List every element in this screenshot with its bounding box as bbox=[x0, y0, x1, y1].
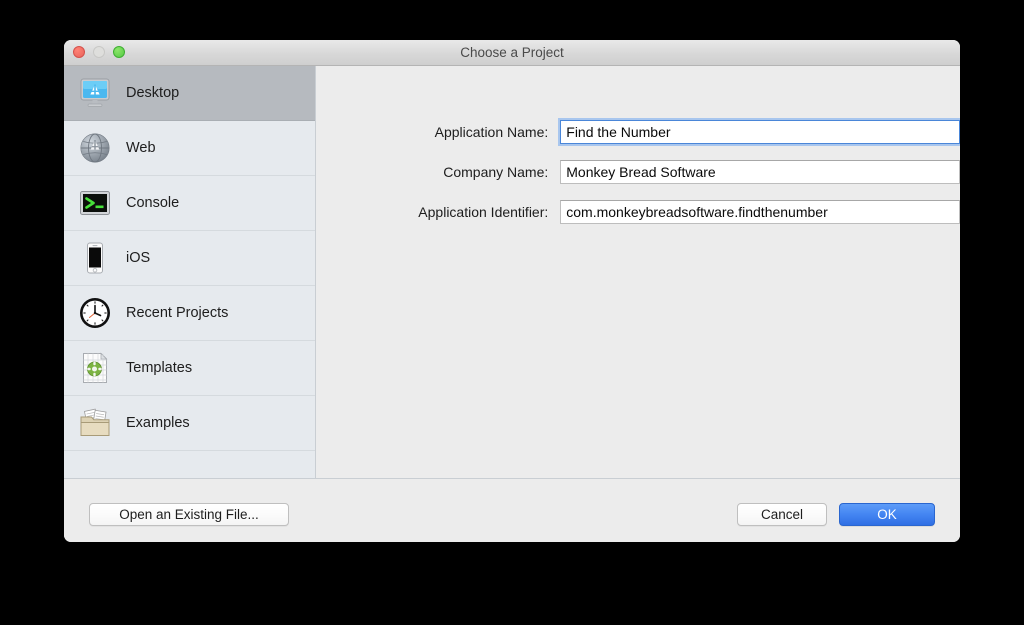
sidebar-item-label: iOS bbox=[126, 250, 151, 266]
application-identifier-input[interactable] bbox=[560, 200, 960, 224]
sidebar-item-examples[interactable]: Examples bbox=[64, 396, 315, 451]
application-name-row: Application Name: bbox=[316, 119, 960, 145]
window-title: Choose a Project bbox=[460, 45, 564, 60]
sidebar-item-label: Console bbox=[126, 195, 180, 211]
cancel-button[interactable]: Cancel bbox=[737, 503, 827, 526]
choose-a-project-window: Choose a Project Desktop Web Console iOS… bbox=[64, 40, 960, 542]
sidebar-item-label: Desktop bbox=[126, 85, 180, 101]
sidebar-item-label: Web bbox=[126, 140, 156, 156]
sidebar-item-console[interactable]: Console bbox=[64, 176, 315, 231]
sidebar-item-web[interactable]: Web bbox=[64, 121, 315, 176]
sidebar-item-ios[interactable]: iOS bbox=[64, 231, 315, 286]
sidebar-item-label: Templates bbox=[126, 360, 193, 376]
desktop-app-icon bbox=[77, 75, 113, 111]
company-name-row: Company Name: bbox=[316, 159, 960, 185]
project-category-sidebar: Desktop Web Console iOS Recent Projects … bbox=[64, 66, 316, 478]
sidebar-empty-area bbox=[64, 451, 315, 478]
application-name-label: Application Name: bbox=[434, 124, 549, 140]
window-body: Desktop Web Console iOS Recent Projects … bbox=[64, 66, 960, 478]
application-name-input[interactable] bbox=[560, 120, 960, 144]
ok-button[interactable]: OK bbox=[839, 503, 935, 526]
terminal-icon bbox=[77, 185, 113, 221]
sidebar-item-desktop[interactable]: Desktop bbox=[64, 66, 315, 121]
window-titlebar: Choose a Project bbox=[64, 40, 960, 66]
template-doc-icon bbox=[77, 350, 113, 386]
sidebar-item-recent-projects[interactable]: Recent Projects bbox=[64, 286, 315, 341]
application-identifier-row: Application Identifier: bbox=[316, 199, 960, 225]
folder-papers-icon bbox=[77, 405, 113, 441]
company-name-label: Company Name: bbox=[443, 164, 549, 180]
dialog-footer: Open an Existing File... Cancel OK bbox=[64, 478, 960, 542]
iphone-icon bbox=[77, 240, 113, 276]
sidebar-item-label: Examples bbox=[126, 415, 190, 431]
open-existing-file-button[interactable]: Open an Existing File... bbox=[89, 503, 289, 526]
clock-icon bbox=[77, 295, 113, 331]
company-name-input[interactable] bbox=[560, 160, 960, 184]
sidebar-item-label: Recent Projects bbox=[126, 305, 229, 321]
project-settings-panel: Application Name: Company Name: Applicat… bbox=[316, 66, 960, 478]
sidebar-item-templates[interactable]: Templates bbox=[64, 341, 315, 396]
globe-app-icon bbox=[77, 130, 113, 166]
application-identifier-label: Application Identifier: bbox=[418, 204, 549, 220]
